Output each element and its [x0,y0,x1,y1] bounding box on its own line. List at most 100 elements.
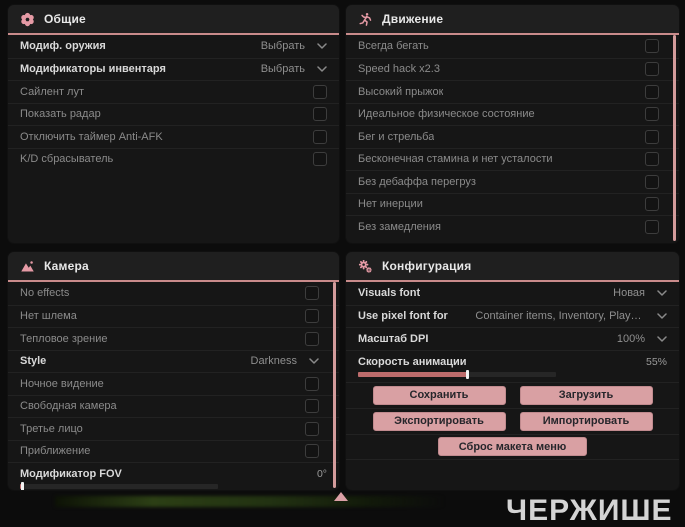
settings-row[interactable]: Всегда бегать [346,35,679,58]
row-label: Идеальное физическое состояние [358,108,535,121]
slider-row: Модификатор FOV 0° [8,462,339,490]
panel-body: No effects Нет шлема Тепловое зрение Style D… [8,282,339,490]
checkbox[interactable] [645,219,659,234]
scrollbar[interactable] [333,282,336,488]
panel-body: Модиф. оружия Выбрать Модификаторы инвента… [8,35,339,170]
slider[interactable] [20,482,218,490]
panel-header: Конфигурация [346,252,679,282]
image-icon [20,259,35,274]
panel-general: Общие Модиф. оружия Выбрать Модификаторы ин… [8,5,339,243]
checkbox[interactable] [645,107,659,122]
checkbox[interactable] [313,129,327,144]
settings-row[interactable]: Use pixel font for Container items, Inven… [346,304,679,328]
settings-row[interactable]: Отключить таймер Anti-AFK [8,125,339,148]
action-button[interactable]: Импортировать [519,411,653,431]
row-label: Отключить таймер Anti-AFK [20,130,163,143]
action-button[interactable]: Сброс макета меню [437,437,588,456]
checkbox[interactable] [645,152,659,167]
settings-row[interactable]: Тепловое зрение [8,327,339,350]
checkbox[interactable] [645,129,659,144]
checkbox[interactable] [313,84,327,99]
slider-value: 0° [316,468,327,480]
dropdown[interactable]: Darkness [251,355,319,367]
settings-row[interactable]: Бег и стрельба [346,125,679,148]
action-button[interactable]: Загрузить [519,385,653,405]
buttons-row: Экспортировать Импортировать [346,407,679,434]
game-background-glow [55,496,445,507]
checkbox[interactable] [305,309,319,324]
settings-row[interactable]: Нет инерции [346,192,679,216]
panel-body: Visuals font Новая Use pixel font for Conta… [346,282,679,460]
checkbox[interactable] [305,286,319,301]
checkbox[interactable] [305,376,319,391]
settings-row[interactable]: Speed hack x2.3 [346,57,679,81]
row-label: Бесконечная стамина и нет усталости [358,153,553,166]
row-label: No effects [20,287,70,300]
runner-icon [358,12,373,27]
settings-row[interactable]: Высокий прыжок [346,80,679,103]
row-label: Показать радар [20,108,101,121]
checkbox[interactable] [645,84,659,99]
checkbox[interactable] [305,331,319,346]
settings-row[interactable]: No effects [8,282,339,305]
slider-handle[interactable] [465,369,469,379]
checkbox[interactable] [645,62,659,77]
checkbox[interactable] [645,197,659,212]
panel-header: Камера [8,252,339,282]
action-button[interactable]: Экспортировать [372,411,506,431]
settings-row[interactable]: Нет шлема [8,304,339,328]
checkbox[interactable] [313,152,327,167]
settings-row[interactable]: Бесконечная стамина и нет усталости [346,147,679,171]
settings-row[interactable]: Сайлент лут [8,80,339,103]
slider[interactable] [358,369,556,379]
settings-row[interactable]: Третье лицо [8,417,339,440]
settings-row[interactable]: Style Darkness [8,349,339,373]
settings-row[interactable]: Без замедления [346,215,679,238]
settings-row[interactable]: K/D сбрасыватель [8,147,339,171]
slider-value: 55% [645,355,667,368]
chevron-down-icon [317,43,327,49]
dropdown[interactable]: Container items, Inventory, Player flags… [475,310,667,322]
dropdown[interactable]: 100% [617,333,667,345]
panel-camera: Камера No effects Нет шлема Тепловое зрение… [8,252,339,490]
checkbox[interactable] [313,107,327,122]
scrollbar[interactable] [673,35,676,241]
checkbox[interactable] [305,399,319,414]
dropdown[interactable]: Выбрать [261,63,327,75]
checkbox[interactable] [305,444,319,459]
action-button[interactable]: Сохранить [372,385,506,405]
settings-row[interactable]: Visuals font Новая [346,282,679,305]
panel-header: Общие [8,5,339,35]
dropdown-value: Darkness [250,355,297,368]
settings-row[interactable]: Модификаторы инвентаря Выбрать [8,57,339,81]
slider-handle[interactable] [20,482,24,490]
settings-row[interactable]: Модиф. оружия Выбрать [8,35,339,58]
row-label: Speed hack x2.3 [358,63,440,76]
row-label: Скорость анимации [358,355,467,368]
settings-row[interactable]: Масштаб DPI 100% [346,327,679,350]
panel-title: Движение [382,12,444,26]
row-label: Третье лицо [20,422,83,435]
settings-row[interactable]: Идеальное физическое состояние [346,102,679,126]
chevron-down-icon [657,313,667,319]
row-label: Нет инерции [358,198,423,211]
gears-icon [358,259,373,274]
dropdown-value: 100% [616,332,645,345]
slider-fill [358,371,467,377]
buttons-row: Сброс макета меню [346,433,679,460]
checkbox[interactable] [645,174,659,189]
settings-row[interactable]: Без дебаффа перегруз [346,170,679,193]
slider-line: Модификатор FOV 0° [20,466,327,482]
panel-header: Движение [346,5,679,35]
checkbox[interactable] [305,421,319,436]
checkbox[interactable] [645,39,659,54]
settings-row[interactable]: Свободная камера [8,394,339,418]
panel-title: Общие [44,12,86,26]
dropdown[interactable]: Выбрать [261,40,327,52]
panel-body: Всегда бегать Speed hack x2.3 Высокий прыж… [346,35,679,238]
settings-row[interactable]: Приближение [8,439,339,463]
settings-row[interactable]: Показать радар [8,102,339,126]
row-label: Высокий прыжок [358,85,444,98]
dropdown[interactable]: Новая [613,287,667,299]
settings-row[interactable]: Ночное видение [8,372,339,395]
